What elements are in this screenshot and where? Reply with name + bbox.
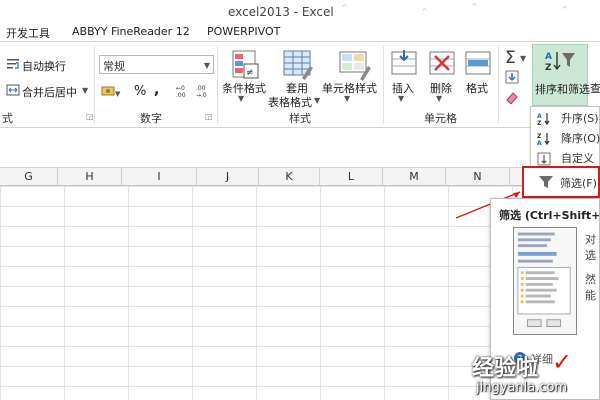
group-divider xyxy=(217,46,218,124)
chevron-down-icon[interactable]: ▼ xyxy=(82,86,88,95)
watermark-url: jingyanla.com xyxy=(476,380,568,395)
dialog-launcher-icon[interactable]: ◲ xyxy=(86,112,94,121)
tab-powerpivot[interactable]: POWERPIVOT xyxy=(207,25,280,38)
insert-cells-icon[interactable] xyxy=(388,48,420,82)
checkmark-icon: ✓ xyxy=(552,348,573,376)
svg-text:←0: ←0 xyxy=(176,85,185,92)
merge-center-icon xyxy=(6,84,20,96)
chevron-down-icon: ▼ xyxy=(314,96,321,105)
find-select-button[interactable]: 查 xyxy=(590,80,600,96)
column-header-h[interactable]: H xyxy=(58,168,122,186)
column-header-n[interactable]: N xyxy=(446,168,510,186)
column-header-j[interactable]: J xyxy=(197,168,259,186)
sort-descending-icon: ZA xyxy=(537,133,550,146)
watermark: 经验啦 ✓ jingyanla.com xyxy=(472,348,600,400)
chevron-down-icon: ▼ xyxy=(203,61,210,70)
chevron-down-icon: ▼ xyxy=(398,94,405,103)
ribbon-tabs: 开发工具 ABBYY FineReader 12 POWERPIVOT xyxy=(0,22,600,42)
alignment-group-label: 式 xyxy=(2,112,13,125)
bird-decoration-icon: ⌃ xyxy=(340,2,350,15)
chevron-down-icon: ▼ xyxy=(520,54,527,63)
bird-decoration-icon: ⌃ xyxy=(420,6,430,19)
tooltip-title: 筛选 (Ctrl+Shift+L) xyxy=(499,209,600,222)
svg-text:Z: Z xyxy=(537,133,542,140)
ribbon: 自动换行 合并后居中 ▼ 式 ◲ 常规 ▼ ▼ % , ←0.00 .00 →.0… xyxy=(0,42,600,128)
decrease-decimal-icon[interactable]: .00→.0 xyxy=(196,84,212,98)
menu-item-label: 升序(S) xyxy=(561,112,599,125)
tooltip-description: 能 xyxy=(585,289,596,302)
dialog-launcher-icon[interactable]: ◲ xyxy=(205,112,213,121)
menu-item-sort-ascending[interactable]: AZ 升序(S) xyxy=(531,109,600,129)
group-divider xyxy=(383,46,384,124)
group-divider xyxy=(94,46,95,124)
wrap-text-button[interactable]: 自动换行 xyxy=(22,58,66,74)
tooltip-description: 选 xyxy=(585,249,596,262)
filter-icon xyxy=(539,176,553,188)
chevron-down-icon: ▼ xyxy=(436,94,443,103)
formula-bar-area[interactable] xyxy=(0,128,600,168)
currency-icon[interactable]: ▼ xyxy=(101,84,121,98)
svg-text:.00: .00 xyxy=(196,85,206,92)
filter-preview-image xyxy=(513,227,577,335)
svg-text:A: A xyxy=(537,140,542,146)
column-header-i[interactable]: I xyxy=(122,168,197,186)
column-header-l[interactable]: L xyxy=(320,168,383,186)
sort-filter-icon: A Z xyxy=(545,52,575,73)
tooltip-description: 对 xyxy=(585,233,596,246)
sort-filter-label: 排序和筛选 xyxy=(535,83,590,96)
window-title: excel2013 - Excel xyxy=(228,5,334,19)
autosum-icon[interactable]: Σ xyxy=(505,48,516,68)
svg-text:A: A xyxy=(545,52,552,62)
menu-item-filter[interactable]: 筛选(F) xyxy=(522,166,600,198)
tooltip-description: 然 xyxy=(585,273,596,286)
column-header-g[interactable]: G xyxy=(0,168,58,186)
merge-center-button[interactable]: 合并后居中 xyxy=(22,84,77,100)
eraser-icon[interactable] xyxy=(505,90,519,104)
column-header-m[interactable]: M xyxy=(383,168,446,186)
format-cells-icon[interactable] xyxy=(462,48,494,82)
number-format-select[interactable]: 常规 ▼ xyxy=(99,55,214,74)
tab-developer[interactable]: 开发工具 xyxy=(6,25,50,41)
menu-item-label: 降序(O) xyxy=(561,132,600,145)
comma-button[interactable]: , xyxy=(154,82,159,98)
cell-styles-icon[interactable] xyxy=(334,48,374,82)
svg-text:Z: Z xyxy=(537,120,542,126)
fill-down-icon[interactable] xyxy=(505,70,519,84)
group-divider xyxy=(498,46,499,124)
title-bar: excel2013 - Excel ⌃ ⌃ ⌃ ⌃ xyxy=(0,0,600,22)
svg-text:≠: ≠ xyxy=(246,68,254,78)
format-button[interactable]: 格式 xyxy=(466,80,488,96)
cells-group-label: 单元格 xyxy=(424,112,457,125)
wrap-text-icon xyxy=(7,59,19,69)
sort-ascending-icon: AZ xyxy=(537,113,550,126)
chevron-down-icon: ▼ xyxy=(238,94,245,103)
percent-button[interactable]: % xyxy=(134,84,146,99)
delete-cells-icon[interactable] xyxy=(426,48,458,82)
svg-text:Z: Z xyxy=(545,63,552,73)
number-format-value: 常规 xyxy=(103,60,125,73)
bird-decoration-icon: ⌃ xyxy=(470,1,480,14)
svg-text:A: A xyxy=(537,113,542,120)
svg-text:▼: ▼ xyxy=(115,90,121,98)
custom-sort-icon xyxy=(537,152,551,166)
tab-abbyy[interactable]: ABBYY FineReader 12 xyxy=(72,25,190,38)
increase-decimal-icon[interactable]: ←0.00 xyxy=(176,84,192,98)
conditional-format-icon[interactable]: ≠ xyxy=(225,48,265,82)
sort-filter-button[interactable]: A Z 排序和筛选 xyxy=(532,44,590,106)
table-format-label-2[interactable]: 表格格式 xyxy=(268,94,312,110)
number-group-label: 数字 xyxy=(140,112,162,125)
styles-group-label: 样式 xyxy=(289,112,311,125)
column-header-k[interactable]: K xyxy=(259,168,320,186)
table-format-icon[interactable] xyxy=(278,48,318,82)
menu-item-sort-descending[interactable]: ZA 降序(O) xyxy=(531,129,600,149)
watermark-text: 经验啦 xyxy=(472,356,539,381)
svg-text:.00: .00 xyxy=(176,92,186,98)
bird-decoration-icon: ⌃ xyxy=(560,4,570,17)
column-headers: G H I J K L M N xyxy=(0,168,600,186)
svg-text:→.0: →.0 xyxy=(196,92,207,98)
chevron-down-icon: ▼ xyxy=(344,94,351,103)
menu-item-label: 筛选(F) xyxy=(560,177,597,190)
